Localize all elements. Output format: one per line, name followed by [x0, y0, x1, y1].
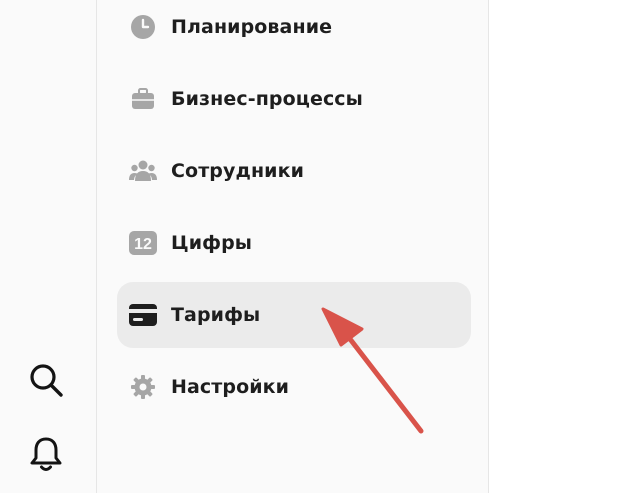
sidebar-item-label: Сотрудники — [171, 160, 304, 182]
search-icon — [30, 364, 63, 397]
credit-card-icon — [129, 301, 157, 329]
bell-icon — [30, 437, 62, 471]
sidebar-item-tariffs[interactable]: Тарифы — [117, 282, 471, 348]
content-area — [489, 0, 622, 493]
sidebar-item-label: Настройки — [171, 376, 290, 398]
numbers-12-icon: 12 — [129, 229, 157, 257]
icon-rail — [0, 0, 97, 493]
numbers-icon-text: 12 — [134, 236, 152, 253]
sidebar-menu: Планирование Бизнес-процессы Сотрудники … — [97, 0, 489, 493]
sidebar-item-label: Тарифы — [171, 304, 261, 326]
gear-icon — [129, 373, 157, 401]
briefcase-icon — [129, 85, 157, 113]
app-window: Планирование Бизнес-процессы Сотрудники … — [0, 0, 622, 493]
sidebar-item-settings[interactable]: Настройки — [117, 354, 471, 420]
sidebar-item-employees[interactable]: Сотрудники — [117, 138, 471, 204]
sidebar-item-label: Бизнес-процессы — [171, 88, 363, 110]
search-button[interactable] — [24, 358, 68, 402]
clock-icon — [129, 13, 157, 41]
sidebar-item-planning[interactable]: Планирование — [117, 0, 471, 60]
sidebar-item-business-processes[interactable]: Бизнес-процессы — [117, 66, 471, 132]
people-icon — [129, 157, 157, 185]
sidebar-item-label: Планирование — [171, 16, 333, 38]
notifications-button[interactable] — [24, 432, 68, 476]
sidebar-item-numbers[interactable]: 12 Цифры — [117, 210, 471, 276]
sidebar-item-label: Цифры — [171, 232, 253, 254]
